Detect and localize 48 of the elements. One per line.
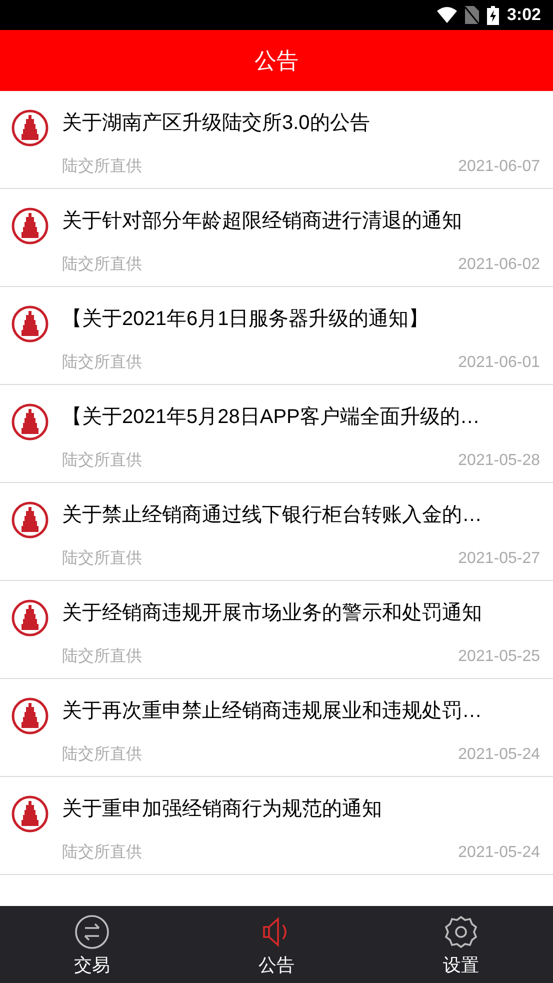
notice-date: 2021-05-24 — [458, 745, 540, 765]
pagoda-logo-icon — [11, 795, 49, 833]
clock-time: 3:02 — [506, 4, 541, 26]
notice-item[interactable]: 关于经销商违规开展市场业务的警示和处罚通知 陆交所直供 2021-05-25 — [0, 581, 553, 679]
notice-title: 【关于2021年6月1日服务器升级的通知】 — [62, 307, 430, 332]
pagoda-logo-icon — [11, 305, 49, 343]
notice-title: 关于再次重申禁止经销商违规展业和违规处罚… — [62, 699, 483, 724]
notice-source: 陆交所直供 — [62, 842, 142, 863]
notice-source: 陆交所直供 — [62, 156, 142, 177]
notice-title: 关于重申加强经销商行为规范的通知 — [62, 797, 383, 822]
pagoda-logo-icon — [11, 501, 49, 539]
pagoda-logo-icon — [11, 403, 49, 441]
notice-source: 陆交所直供 — [62, 450, 142, 471]
notice-item[interactable]: 【关于2021年6月1日服务器升级的通知】 陆交所直供 2021-06-01 — [0, 287, 553, 385]
notice-date: 2021-06-01 — [458, 353, 540, 373]
notice-item[interactable]: 【关于2021年5月28日APP客户端全面升级的… 陆交所直供 2021-05-28 — [0, 385, 553, 483]
notice-source: 陆交所直供 — [62, 646, 142, 667]
notice-source: 陆交所直供 — [62, 352, 142, 373]
notice-title: 关于湖南产区升级陆交所3.0的公告 — [62, 111, 371, 136]
notice-source: 陆交所直供 — [62, 548, 142, 569]
notice-date: 2021-06-07 — [458, 157, 540, 177]
notice-title: 【关于2021年5月28日APP客户端全面升级的… — [62, 405, 481, 430]
notice-date: 2021-06-02 — [458, 255, 540, 275]
notice-date: 2021-05-27 — [458, 549, 540, 569]
notice-item[interactable]: 关于重申加强经销商行为规范的通知 陆交所直供 2021-05-24 — [0, 777, 553, 875]
pagoda-logo-icon — [11, 599, 49, 637]
battery-charging-icon — [486, 6, 499, 24]
notice-title: 关于禁止经销商通过线下银行柜台转账入金的… — [62, 503, 483, 528]
notice-date: 2021-05-25 — [458, 647, 540, 667]
nav-tab[interactable]: 公告 — [184, 906, 369, 983]
notice-item[interactable]: 关于禁止经销商通过线下银行柜台转账入金的… 陆交所直供 2021-05-27 — [0, 483, 553, 581]
notice-source: 陆交所直供 — [62, 254, 142, 275]
nav-tab[interactable]: 交易 — [0, 906, 184, 983]
pagoda-logo-icon — [11, 109, 49, 147]
header-title: 公告 — [254, 47, 298, 75]
nav-tab[interactable]: 设置 — [368, 906, 553, 983]
notice-item[interactable]: 关于针对部分年龄超限经销商进行清退的通知 陆交所直供 2021-06-02 — [0, 189, 553, 287]
no-sim-icon — [464, 6, 479, 24]
notice-item[interactable]: 关于湖南产区升级陆交所3.0的公告 陆交所直供 2021-06-07 — [0, 91, 553, 189]
pagoda-logo-icon — [11, 207, 49, 245]
notice-title: 关于针对部分年龄超限经销商进行清退的通知 — [62, 209, 463, 234]
notice-date: 2021-05-24 — [458, 843, 540, 863]
notice-item[interactable]: 关于再次重申禁止经销商违规展业和违规处罚… 陆交所直供 2021-05-24 — [0, 679, 553, 777]
wifi-icon — [436, 7, 457, 23]
pagoda-logo-icon — [11, 697, 49, 735]
notice-source: 陆交所直供 — [62, 744, 142, 765]
notice-title: 关于经销商违规开展市场业务的警示和处罚通知 — [62, 601, 483, 626]
notice-date: 2021-05-28 — [458, 451, 540, 471]
